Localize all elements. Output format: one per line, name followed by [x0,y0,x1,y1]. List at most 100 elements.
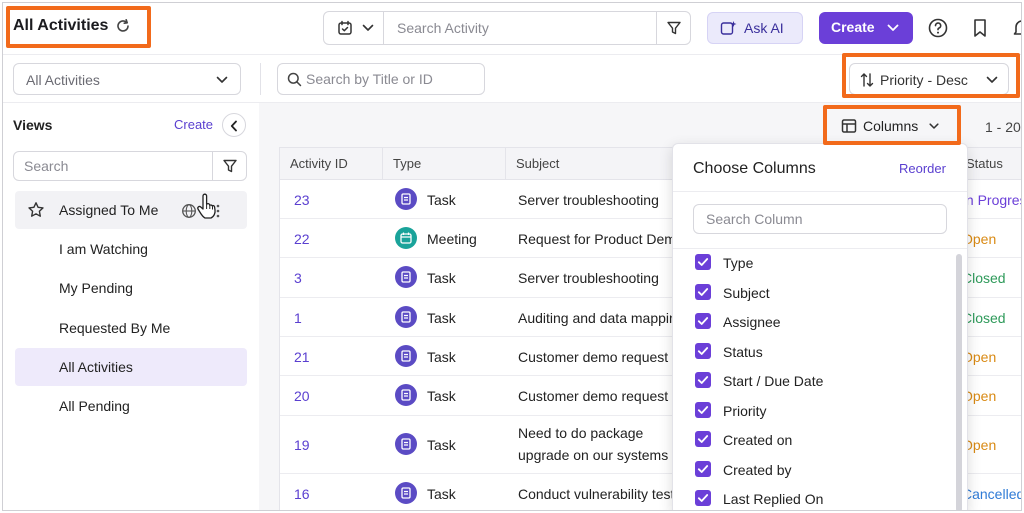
activity-status: Open [962,388,997,404]
bookmark-icon[interactable] [969,17,991,39]
checkbox-checked-icon[interactable] [695,431,711,447]
sidebar-item-all-activities[interactable]: All Activities [15,348,247,386]
column-option-label: Last Replied On [723,491,824,507]
activity-id[interactable]: 3 [294,270,302,286]
chevron-down-icon [362,24,374,31]
checkbox-checked-icon[interactable] [695,313,711,329]
activity-id[interactable]: 16 [294,486,310,502]
views-search-input[interactable] [24,152,210,180]
columns-label: Columns [863,118,919,134]
activity-type: Task [427,349,456,365]
views-title: Views [13,117,53,133]
checkbox-checked-icon[interactable] [695,461,711,477]
sidebar-item-requested-by-me[interactable]: Requested By Me [15,309,247,347]
activity-id[interactable]: 19 [294,437,310,453]
refresh-icon[interactable] [115,18,131,34]
sidebar-item-my-pending[interactable]: My Pending [15,269,247,307]
create-button[interactable]: Create [819,12,913,44]
pagination-range: 1 - 20 [985,119,1021,135]
hand-cursor-icon [197,193,216,219]
activity-status: In Progress [962,192,1021,208]
activity-type: Meeting [427,231,477,247]
column-search-input[interactable] [706,205,942,233]
chevron-down-icon [986,76,998,83]
column-chooser-header: Choose Columns Reorder [673,144,967,192]
meeting-icon [395,227,417,249]
column-option-created-by[interactable]: Created by [695,458,935,482]
reorder-link[interactable]: Reorder [899,161,946,176]
sidebar-item-all-pending[interactable]: All Pending [15,387,247,425]
checkbox-checked-icon[interactable] [695,372,711,388]
columns-button[interactable]: Columns [831,113,953,139]
column-option-assignee[interactable]: Assignee [695,310,935,334]
activity-id[interactable]: 21 [294,349,310,365]
activity-id[interactable]: 23 [294,192,310,208]
view-select[interactable]: All Activities [13,63,241,95]
create-view-link[interactable]: Create [174,117,213,132]
column-option-created-on[interactable]: Created on [695,428,935,452]
sidebar-item-i-am-watching[interactable]: I am Watching [15,230,247,268]
column-option-subject[interactable]: Subject [695,281,935,305]
column-option-priority[interactable]: Priority [695,399,935,423]
column-option-label: Type [723,255,754,271]
filter-bar: All Activities Priority - Desc [3,55,1021,103]
column-option-label: Assignee [723,314,781,330]
column-header-activity-id[interactable]: Activity ID [280,148,383,180]
activity-id[interactable]: 22 [294,231,310,247]
filter-icon [223,159,237,173]
create-label: Create [831,19,875,35]
checkbox-checked-icon[interactable] [695,343,711,359]
activity-id[interactable]: 20 [294,388,310,404]
activity-id[interactable]: 1 [294,310,302,326]
columns-icon [841,119,857,133]
star-icon[interactable] [27,201,45,219]
task-icon [395,306,417,328]
column-header-type[interactable]: Type [383,148,506,180]
help-circle-icon[interactable] [927,17,949,39]
activity-type: Task [427,310,456,326]
column-list-scrollbar[interactable] [956,254,962,510]
sort-dropdown[interactable]: Priority - Desc [849,63,1009,95]
activity-subject: Auditing and data mapping [518,310,678,326]
activity-status: Open [962,437,997,453]
chevron-left-icon [230,120,237,132]
views-filter-button[interactable] [212,152,246,180]
bell-icon[interactable] [1011,17,1022,39]
checkbox-checked-icon[interactable] [695,284,711,300]
activity-filter-button[interactable] [656,12,690,44]
checkbox-checked-icon[interactable] [695,490,711,506]
task-icon [395,433,417,455]
chevron-down-icon [216,76,228,83]
activity-status: Open [962,349,997,365]
search-icon [287,72,302,87]
calendar-check-icon [338,20,352,35]
task-icon [395,188,417,210]
activity-subject: Server troubleshooting [518,192,659,208]
activity-subject: Customer demo request [518,388,669,404]
collapse-sidebar-button[interactable] [222,113,246,137]
sidebar-item-label: My Pending [59,280,133,296]
activity-type-dropdown[interactable] [324,12,384,44]
ask-ai-button[interactable]: Ask AI [707,12,803,44]
activity-subject: Customer demo request [518,349,669,365]
checkbox-checked-icon[interactable] [695,254,711,270]
column-option-label: Status [723,344,763,360]
column-option-label: Created by [723,462,792,478]
task-icon [395,266,417,288]
sidebar-item-label: All Pending [59,398,130,414]
chevron-down-icon [887,24,899,31]
task-icon [395,482,417,504]
column-option-last-replied-on[interactable]: Last Replied On [695,487,935,510]
activity-type: Task [427,270,456,286]
chevron-down-icon [929,123,939,129]
sort-label: Priority - Desc [880,72,968,88]
column-option-start-due-date[interactable]: Start / Due Date [695,369,935,393]
checkbox-checked-icon[interactable] [695,402,711,418]
column-option-type[interactable]: Type [695,251,935,275]
activity-search-input[interactable] [385,12,657,44]
activity-status: Cancelled [962,486,1022,502]
sidebar-item-label: All Activities [59,359,133,375]
column-option-status[interactable]: Status [695,340,935,364]
title-search-input[interactable] [306,64,482,94]
activity-status: Closed [962,270,1006,286]
